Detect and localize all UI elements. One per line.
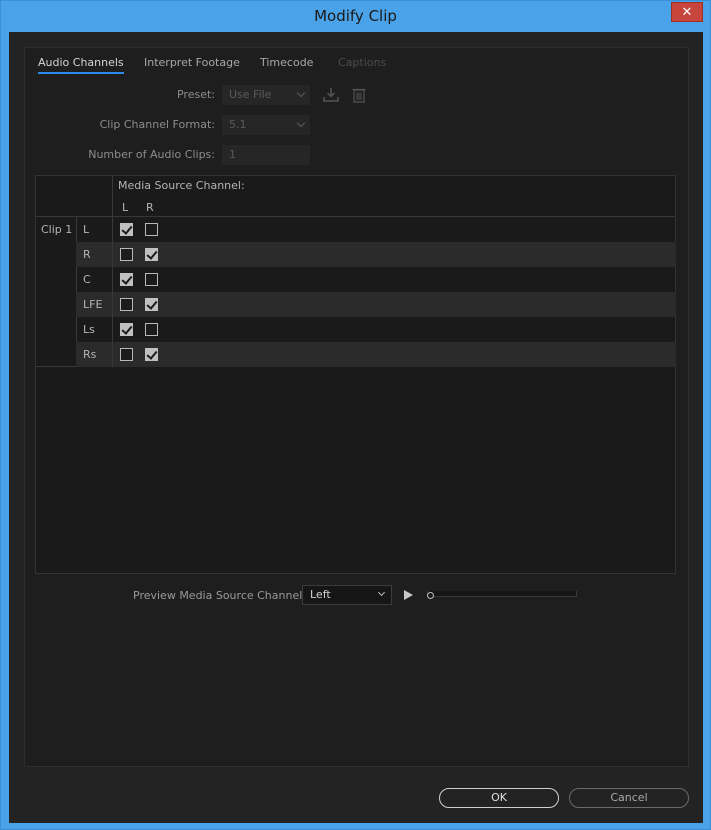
save-preset-icon[interactable] xyxy=(322,86,340,104)
clip-1-label: Clip 1 xyxy=(41,223,73,236)
clip-channel-l-label: L xyxy=(83,223,90,236)
ok-button[interactable]: OK xyxy=(439,788,559,808)
clip-channel-format-dropdown[interactable]: 5.1 xyxy=(222,115,310,135)
checkbox-lfe-r[interactable] xyxy=(145,298,158,311)
settings-panel: Audio Channels Interpret Footage Timecod… xyxy=(24,47,689,767)
chevron-down-icon xyxy=(296,118,306,128)
table-row xyxy=(113,217,676,242)
source-channel-r-header: R xyxy=(146,201,154,214)
preset-dropdown[interactable]: Use File xyxy=(222,85,310,105)
title-bar: Modify Clip ✕ xyxy=(1,1,710,32)
table-row xyxy=(113,317,676,342)
channel-mapping-grid: Media Source Channel: L R Clip 1 L R C L… xyxy=(35,175,676,574)
window-title: Modify Clip xyxy=(314,7,397,25)
table-row xyxy=(113,292,676,317)
checkbox-l-r[interactable] xyxy=(145,223,158,236)
preview-source-channel-value: Left xyxy=(310,588,331,601)
preview-source-channel-label: Preview Media Source Channel: xyxy=(133,589,306,602)
checkbox-lfe-l[interactable] xyxy=(120,298,133,311)
preview-playhead[interactable] xyxy=(427,592,434,599)
clip-channel-format-label: Clip Channel Format: xyxy=(99,118,215,131)
table-row xyxy=(113,267,676,292)
checkbox-ls-r[interactable] xyxy=(145,323,158,336)
clip-channel-rs-label: Rs xyxy=(76,342,112,367)
tab-interpret-footage[interactable]: Interpret Footage xyxy=(144,56,240,72)
preview-source-channel-select[interactable]: Left xyxy=(302,585,392,605)
source-channel-l-header: L xyxy=(122,201,129,214)
preview-scrub-track[interactable] xyxy=(427,591,577,597)
chevron-down-icon xyxy=(377,588,386,597)
modify-clip-window: Modify Clip ✕ Audio Channels Interpret F… xyxy=(0,0,711,830)
tab-captions[interactable]: Captions xyxy=(338,56,386,72)
play-icon[interactable] xyxy=(404,590,413,600)
preset-label: Preset: xyxy=(176,88,215,101)
checkbox-r-l[interactable] xyxy=(120,248,133,261)
clip-channel-format-value: 5.1 xyxy=(229,118,247,131)
checkbox-rs-r[interactable] xyxy=(145,348,158,361)
checkbox-l-l[interactable] xyxy=(120,223,133,236)
checkbox-r-r[interactable] xyxy=(145,248,158,261)
chevron-down-icon xyxy=(296,88,306,98)
table-row xyxy=(113,342,676,367)
close-button[interactable]: ✕ xyxy=(671,2,703,22)
checkbox-ls-l[interactable] xyxy=(120,323,133,336)
delete-preset-icon[interactable] xyxy=(350,86,368,104)
clip-channel-r-label: R xyxy=(76,242,112,267)
dialog-body: Audio Channels Interpret Footage Timecod… xyxy=(9,32,703,823)
number-of-audio-clips-label: Number of Audio Clips: xyxy=(88,148,215,161)
table-row xyxy=(113,242,676,267)
checkbox-c-r[interactable] xyxy=(145,273,158,286)
tab-timecode[interactable]: Timecode xyxy=(260,56,313,72)
cancel-button[interactable]: Cancel xyxy=(569,788,689,808)
clip-channel-lfe-label: LFE xyxy=(76,292,112,317)
number-of-audio-clips-field[interactable]: 1 xyxy=(222,145,310,165)
clip-channel-c-label: C xyxy=(83,273,91,286)
checkbox-rs-l[interactable] xyxy=(120,348,133,361)
tab-audio-channels[interactable]: Audio Channels xyxy=(38,56,124,74)
checkbox-c-l[interactable] xyxy=(120,273,133,286)
clip-channel-ls-label: Ls xyxy=(83,323,95,336)
media-source-channel-header: Media Source Channel: xyxy=(118,179,245,192)
preset-value: Use File xyxy=(229,88,272,101)
